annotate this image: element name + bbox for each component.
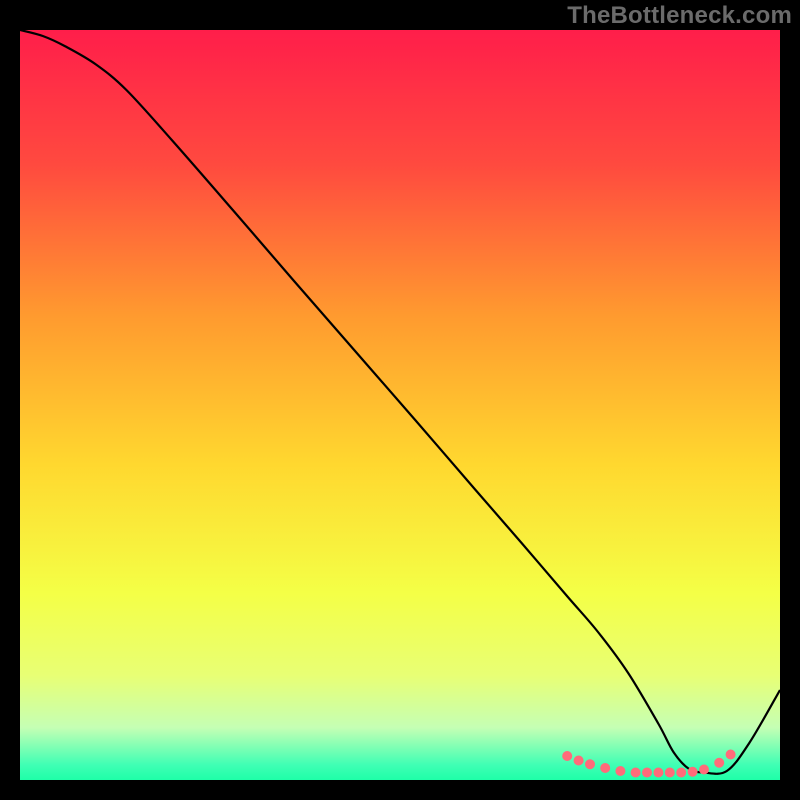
minimum-marker xyxy=(631,768,641,778)
gradient-background xyxy=(20,30,780,780)
minimum-marker xyxy=(665,768,675,778)
minimum-marker xyxy=(585,759,595,769)
chart-frame: TheBottleneck.com xyxy=(0,0,800,800)
minimum-marker xyxy=(653,768,663,778)
minimum-marker xyxy=(726,750,736,760)
minimum-marker xyxy=(688,767,698,777)
plot-area xyxy=(20,30,780,780)
watermark-text: TheBottleneck.com xyxy=(567,2,792,30)
minimum-marker xyxy=(642,768,652,778)
minimum-marker xyxy=(600,763,610,773)
chart-svg xyxy=(20,30,780,780)
minimum-marker xyxy=(562,751,572,761)
minimum-marker xyxy=(574,756,584,766)
minimum-marker xyxy=(676,768,686,778)
minimum-marker xyxy=(699,765,709,775)
minimum-marker xyxy=(615,766,625,776)
minimum-marker xyxy=(714,758,724,768)
